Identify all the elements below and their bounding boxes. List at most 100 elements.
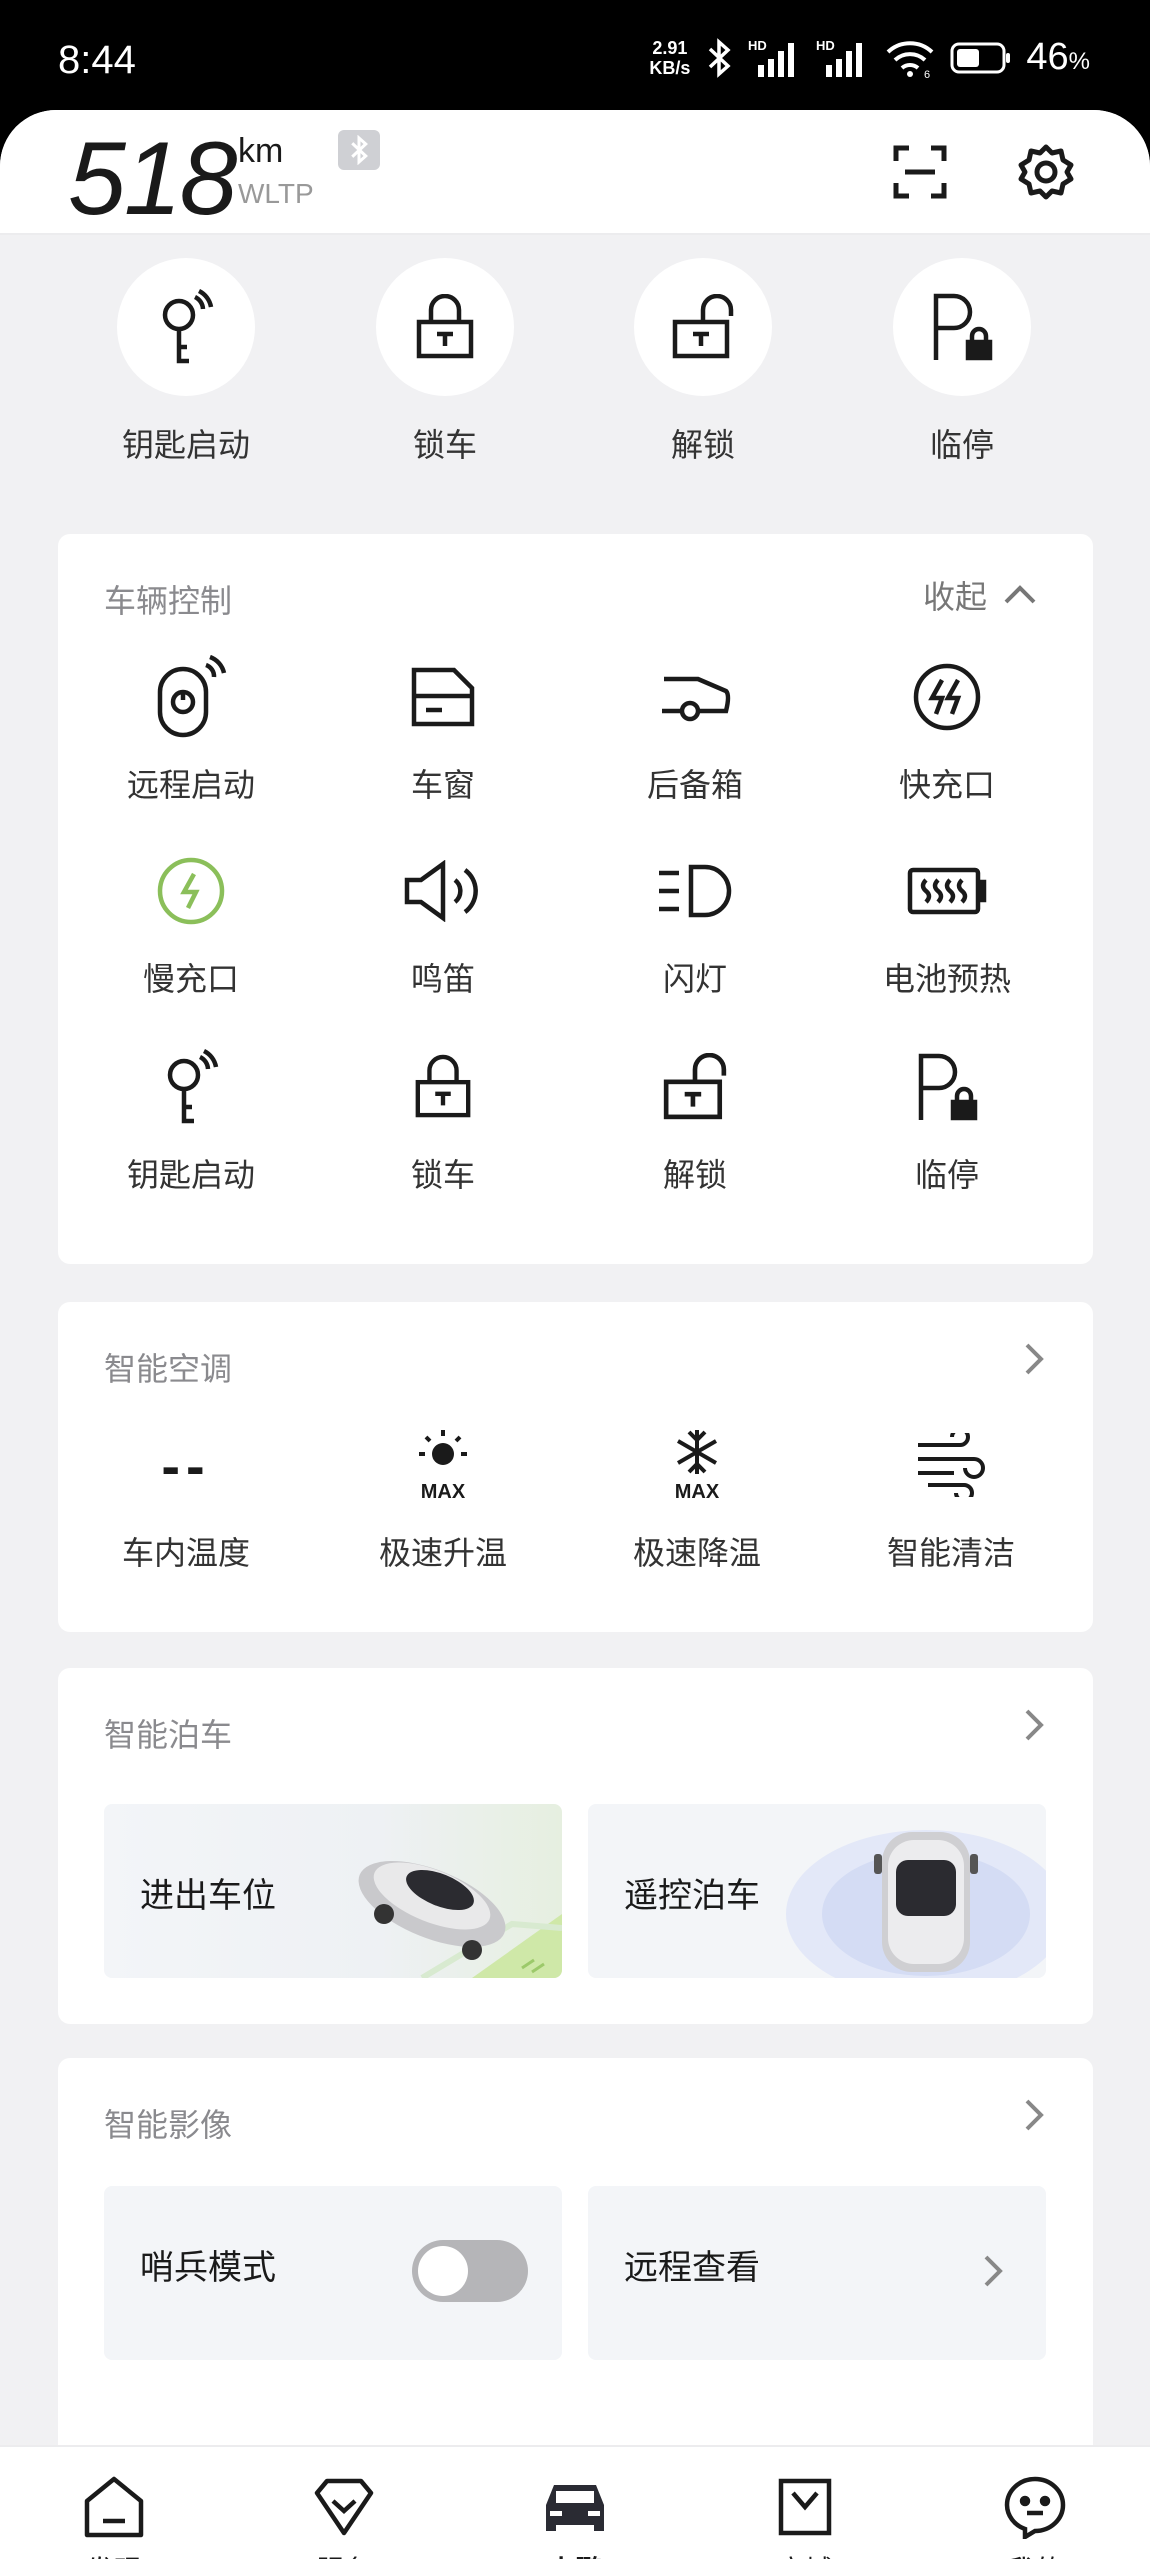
smart-parking-more-button[interactable] <box>1023 1708 1045 1746</box>
battery-percent: 46% <box>1026 36 1090 78</box>
tab-discover[interactable]: 发现 <box>44 2475 184 2559</box>
unlock-icon <box>663 1053 727 1120</box>
chevron-right-icon <box>1025 1343 1044 1375</box>
network-speed: 2.91 KB/s <box>649 38 690 78</box>
tab-shop[interactable]: 商城 <box>735 2475 875 2559</box>
quick-temp-parking[interactable]: 临停 <box>862 258 1062 466</box>
tab-xpeng[interactable]: 小鹏 <box>505 2475 645 2559</box>
max-cool-icon: MAX <box>675 1430 720 1503</box>
service-icon <box>314 2478 374 2536</box>
quick-unlock[interactable]: 解锁 <box>603 258 803 466</box>
vehicle-control-title: 车辆控制 <box>104 582 233 620</box>
parking-car-image <box>358 1861 562 1978</box>
control-remote-start[interactable]: 远程启动 <box>65 652 317 806</box>
slow-charge-port-icon <box>157 857 225 925</box>
signal-hd-1-icon: HD <box>748 38 795 77</box>
bluetooth-badge-icon <box>338 130 380 170</box>
smart-imaging-title: 智能影像 <box>104 2106 233 2144</box>
sentry-mode-label: 哨兵模式 <box>140 2248 276 2288</box>
status-icons: 2.91 KB/s HD HD 6 46% <box>649 36 1090 79</box>
park-in-out-label: 进出车位 <box>140 1876 276 1916</box>
control-window[interactable]: 车窗 <box>317 652 569 806</box>
home-icon <box>84 2476 144 2538</box>
key-start-icon <box>167 1048 219 1124</box>
wifi-icon: 6 <box>887 40 934 78</box>
ac-max-heat[interactable]: MAX 极速升温 <box>317 1420 569 1574</box>
control-key-start[interactable]: 钥匙启动 <box>65 1042 317 1196</box>
smart-ac-more-button[interactable] <box>1023 1342 1045 1380</box>
network-speed-unit: KB/s <box>649 57 691 78</box>
scan-icon <box>893 145 947 199</box>
range-header: 518 km WLTP <box>0 110 1150 237</box>
svg-text:6: 6 <box>924 69 930 78</box>
control-fast-charge-port[interactable]: 快充口 <box>821 652 1073 806</box>
range-standard: WLTP <box>238 178 314 209</box>
lock-icon <box>415 1054 471 1118</box>
remote-parking-car-image <box>786 1830 1046 1978</box>
remote-view-label: 远程查看 <box>624 2248 760 2288</box>
control-lock[interactable]: 锁车 <box>317 1042 569 1196</box>
network-speed-value: 2.91 <box>652 37 688 58</box>
status-time: 8:44 <box>58 38 136 82</box>
flash-lights-icon <box>659 864 732 918</box>
collapse-button[interactable]: 收起 <box>923 572 1037 618</box>
sentry-mode-toggle[interactable] <box>412 2240 528 2302</box>
svg-text:HD: HD <box>816 38 835 53</box>
collapse-label: 收起 <box>922 578 987 616</box>
app-container: 518 km WLTP 钥匙启动 锁车 解锁 临停 车辆控制 收起 远程启动 车… <box>0 110 1150 2559</box>
sentry-mode-tile: 哨兵模式 <box>104 2186 562 2360</box>
lock-icon <box>416 294 474 359</box>
smart-ac-title: 智能空调 <box>104 1350 233 1388</box>
smart-imaging-more-button[interactable] <box>1023 2098 1045 2136</box>
vehicle-control-card: 车辆控制 收起 远程启动 车窗 后备箱 快充口 慢充口 鸣笛 闪灯 电池预热 钥… <box>58 534 1093 1264</box>
chevron-right-icon <box>1025 1709 1044 1741</box>
tab-profile[interactable]: 我的 <box>965 2475 1105 2559</box>
cabin-temp-value: -- <box>161 1433 211 1497</box>
chevron-up-icon <box>1004 585 1036 604</box>
quick-key-start[interactable]: 钥匙启动 <box>86 258 286 466</box>
trunk-icon <box>662 676 731 722</box>
settings-button[interactable] <box>1014 140 1078 204</box>
remote-view-tile[interactable]: 远程查看 <box>588 2186 1046 2360</box>
shop-icon <box>778 2478 832 2536</box>
car-icon <box>546 2485 604 2531</box>
svg-text:MAX: MAX <box>675 1481 720 1503</box>
smart-parking-title: 智能泊车 <box>104 1716 233 1754</box>
smart-parking-card: 智能泊车 进出车位 遥控泊车 <box>58 1668 1093 2024</box>
profile-icon <box>1004 2476 1066 2541</box>
bluetooth-icon <box>709 37 731 78</box>
ac-max-cool[interactable]: MAX 极速降温 <box>571 1420 823 1574</box>
control-temp-parking[interactable]: 临停 <box>821 1042 1073 1196</box>
ac-cabin-temp[interactable]: -- 车内温度 <box>60 1420 312 1574</box>
svg-text:MAX: MAX <box>421 1481 466 1503</box>
quick-lock[interactable]: 锁车 <box>345 258 545 466</box>
remote-start-icon <box>157 655 227 738</box>
battery-icon <box>950 42 1011 73</box>
remote-parking-tile[interactable]: 遥控泊车 <box>588 1804 1046 1978</box>
temp-parking-icon <box>918 1053 978 1121</box>
signal-hd-2-icon: HD <box>816 38 863 77</box>
tab-service[interactable]: 服务 <box>274 2475 414 2559</box>
control-horn[interactable]: 鸣笛 <box>317 846 569 1000</box>
scan-button[interactable] <box>888 140 952 204</box>
ac-smart-clean[interactable]: 智能清洁 <box>825 1420 1077 1574</box>
range-unit: km <box>238 132 284 170</box>
unlock-icon <box>672 294 734 359</box>
settings-icon <box>1018 144 1074 200</box>
fast-charge-port-icon <box>913 663 981 731</box>
control-unlock[interactable]: 解锁 <box>569 1042 821 1196</box>
chevron-right-icon <box>984 2255 1003 2287</box>
park-in-out-tile[interactable]: 进出车位 <box>104 1804 562 1978</box>
smart-clean-icon <box>918 1433 985 1497</box>
control-battery-preheat[interactable]: 电池预热 <box>821 846 1073 1000</box>
smart-ac-card: 智能空调 -- 车内温度 MAX 极速升温 MAX 极速降温 智能清洁 <box>58 1302 1093 1632</box>
control-trunk[interactable]: 后备箱 <box>569 652 821 806</box>
control-slow-charge-port[interactable]: 慢充口 <box>65 846 317 1000</box>
control-flash-lights[interactable]: 闪灯 <box>569 846 821 1000</box>
temp-parking-icon <box>933 293 993 361</box>
range-value: 518 <box>68 121 238 237</box>
battery-preheat-icon <box>907 867 987 915</box>
key-start-icon <box>162 289 214 364</box>
horn-icon <box>404 860 478 922</box>
remote-parking-label: 遥控泊车 <box>624 1876 760 1916</box>
